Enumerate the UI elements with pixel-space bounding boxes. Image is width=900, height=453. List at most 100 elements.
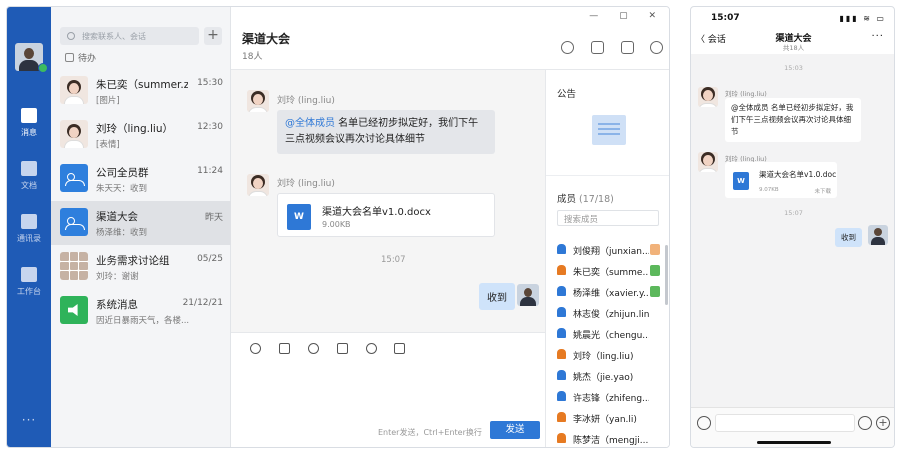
user-icon: [557, 433, 566, 443]
file-card[interactable]: W 渠道大会名单v1.0.docx 9.00KB: [277, 193, 495, 237]
role-badge-icon: [650, 244, 660, 255]
member-item[interactable]: 陈梦洁（mengji...: [546, 429, 666, 447]
message-input[interactable]: [715, 414, 855, 432]
input-hint: Enter发送，Ctrl+Enter换行: [378, 428, 482, 437]
members-title: 成员 (17/18): [557, 194, 614, 205]
avatar: [698, 152, 718, 172]
nav-item-workbench[interactable]: 工作台: [7, 261, 51, 307]
time-separator: 15:07: [784, 209, 803, 217]
message-bubble[interactable]: @全体成员 名单已经初步拟定好，我们下午三点视频会议再次讨论具体细节: [725, 98, 861, 142]
nav-item-contacts[interactable]: 通讯录: [7, 208, 51, 254]
message-icon: [21, 108, 37, 123]
file-card[interactable]: W 渠道大会名单v1.0.doc 9.07KB 未下载: [725, 162, 837, 198]
nav-item-messages[interactable]: 消息: [7, 102, 51, 148]
mobile-screen: 15:07 ▮▮▮ ≋ ▭ 〈 会话 渠道大会 共18人 ··· 15:03 刘…: [690, 6, 895, 448]
todo-filter[interactable]: 待办: [65, 51, 96, 64]
user-icon: [557, 412, 566, 422]
divider: [546, 175, 669, 176]
conversation-item[interactable]: 系统消息 21/12/21 因近日暴雨天气，各楼...: [51, 289, 231, 333]
avatar: [60, 76, 88, 104]
chart-icon[interactable]: [394, 343, 405, 354]
my-message-bubble[interactable]: 收到: [835, 228, 862, 247]
checkbox-icon: [65, 53, 74, 62]
divider: [231, 332, 545, 333]
user-icon: [557, 349, 566, 359]
time-separator: 15:07: [381, 255, 406, 265]
word-file-icon: W: [733, 172, 749, 190]
mobile-member-count: 共18人: [782, 44, 805, 52]
chat-title: 渠道大会: [242, 32, 291, 46]
conversation-item-selected[interactable]: 渠道大会 昨天 杨泽维：收到: [51, 201, 231, 245]
group-icon: [60, 164, 88, 192]
user-icon: [557, 370, 566, 380]
member-count: 18人: [242, 52, 263, 62]
nav-item-documents[interactable]: 文档: [7, 155, 51, 201]
member-item[interactable]: 刘俊翔（junxian...: [546, 240, 666, 261]
search-input[interactable]: 搜索联系人、会话: [60, 27, 199, 45]
conversation-item[interactable]: 刘玲（ling.liu） 12:30 [表情]: [51, 113, 231, 157]
workbench-icon: [21, 267, 37, 282]
my-avatar: [868, 225, 888, 245]
mobile-message-area: 15:03 刘玲 (ling.liu) @全体成员 名单已经初步拟定好，我们下午…: [691, 54, 894, 407]
member-item[interactable]: 许志锋（zhifeng...: [546, 387, 666, 408]
check-icon[interactable]: [366, 343, 377, 354]
conversation-item[interactable]: 公司全员群 11:24 朱天天：收到: [51, 157, 231, 201]
document-icon: [21, 161, 37, 176]
speaker-icon: [60, 296, 88, 324]
conversation-item[interactable]: 业务需求讨论组 05/25 刘玲：谢谢: [51, 245, 231, 289]
role-badge-icon: [650, 286, 660, 297]
emoji-icon[interactable]: [858, 416, 872, 430]
announcement-icon[interactable]: [592, 115, 626, 145]
schedule-icon[interactable]: [621, 41, 634, 54]
role-badge-icon: [650, 265, 660, 276]
message-bubble[interactable]: @全体成员 名单已经初步拟定好，我们下午三点视频会议再次讨论具体细节: [277, 110, 495, 154]
conversation-list: 搜索联系人、会话 + 待办 朱已奕（summer.z... 15:30 [图片]…: [51, 7, 231, 447]
microphone-icon[interactable]: [697, 416, 711, 430]
send-button[interactable]: 发送: [490, 421, 540, 439]
member-scrollbar[interactable]: [665, 245, 668, 305]
message-area: 刘玲 (ling.liu) @全体成员 名单已经初步拟定好，我们下午三点视频会议…: [231, 70, 545, 332]
avatar: [247, 174, 269, 196]
avatar: [247, 90, 269, 112]
member-item[interactable]: 林志俊（zhijun.lin): [546, 303, 666, 324]
member-item[interactable]: 朱已奕（summe...: [546, 261, 666, 282]
member-item[interactable]: 杨泽维（xavier.y...: [546, 282, 666, 303]
emoji-icon[interactable]: [250, 343, 261, 354]
image-icon[interactable]: [279, 343, 290, 354]
nav-sidebar: 消息 文档 通讯录 工作台 ···: [7, 7, 51, 447]
user-icon: [557, 391, 566, 401]
time-separator: 15:03: [784, 64, 803, 72]
group-avatar: [60, 252, 88, 280]
member-item[interactable]: 姚晨光（chengu...: [546, 324, 666, 345]
online-status-icon: [38, 63, 48, 73]
user-icon: [557, 286, 566, 296]
contacts-icon: [21, 214, 37, 229]
scissors-icon[interactable]: [308, 343, 319, 354]
member-search-input[interactable]: 搜索成员: [557, 210, 659, 226]
finance-icon[interactable]: [591, 41, 604, 54]
announcement-title: 公告: [557, 89, 577, 100]
my-message-bubble[interactable]: 收到: [479, 283, 515, 310]
upload-icon[interactable]: [337, 343, 348, 354]
add-member-icon[interactable]: [561, 41, 574, 54]
status-time: 15:07: [711, 13, 740, 23]
group-info-panel: 公告 成员 (17/18) 搜索成员 刘俊翔（junxian... 朱已奕（su…: [545, 70, 669, 447]
group-icon: [60, 208, 88, 236]
plus-icon[interactable]: +: [876, 416, 890, 430]
user-icon: [557, 244, 566, 254]
member-item[interactable]: 姚杰（jie.yao): [546, 366, 666, 387]
settings-icon[interactable]: [650, 41, 663, 54]
add-button[interactable]: +: [204, 27, 222, 45]
avatar: [60, 120, 88, 148]
user-icon: [557, 328, 566, 338]
avatar: [698, 87, 718, 107]
more-icon[interactable]: ···: [7, 413, 51, 427]
member-item[interactable]: 刘玲（ling.liu): [546, 345, 666, 366]
user-icon: [557, 265, 566, 275]
conversation-item[interactable]: 朱已奕（summer.z... 15:30 [图片]: [51, 69, 231, 113]
more-icon[interactable]: ···: [871, 31, 884, 42]
member-item[interactable]: 李冰妍（yan.li): [546, 408, 666, 429]
home-indicator: [757, 441, 831, 444]
chat-pane: — ▢ ✕ 渠道大会 18人 刘玲 (ling.liu) @全体成员 名单已经初…: [231, 7, 669, 447]
window-controls[interactable]: — ▢ ✕: [589, 11, 665, 21]
